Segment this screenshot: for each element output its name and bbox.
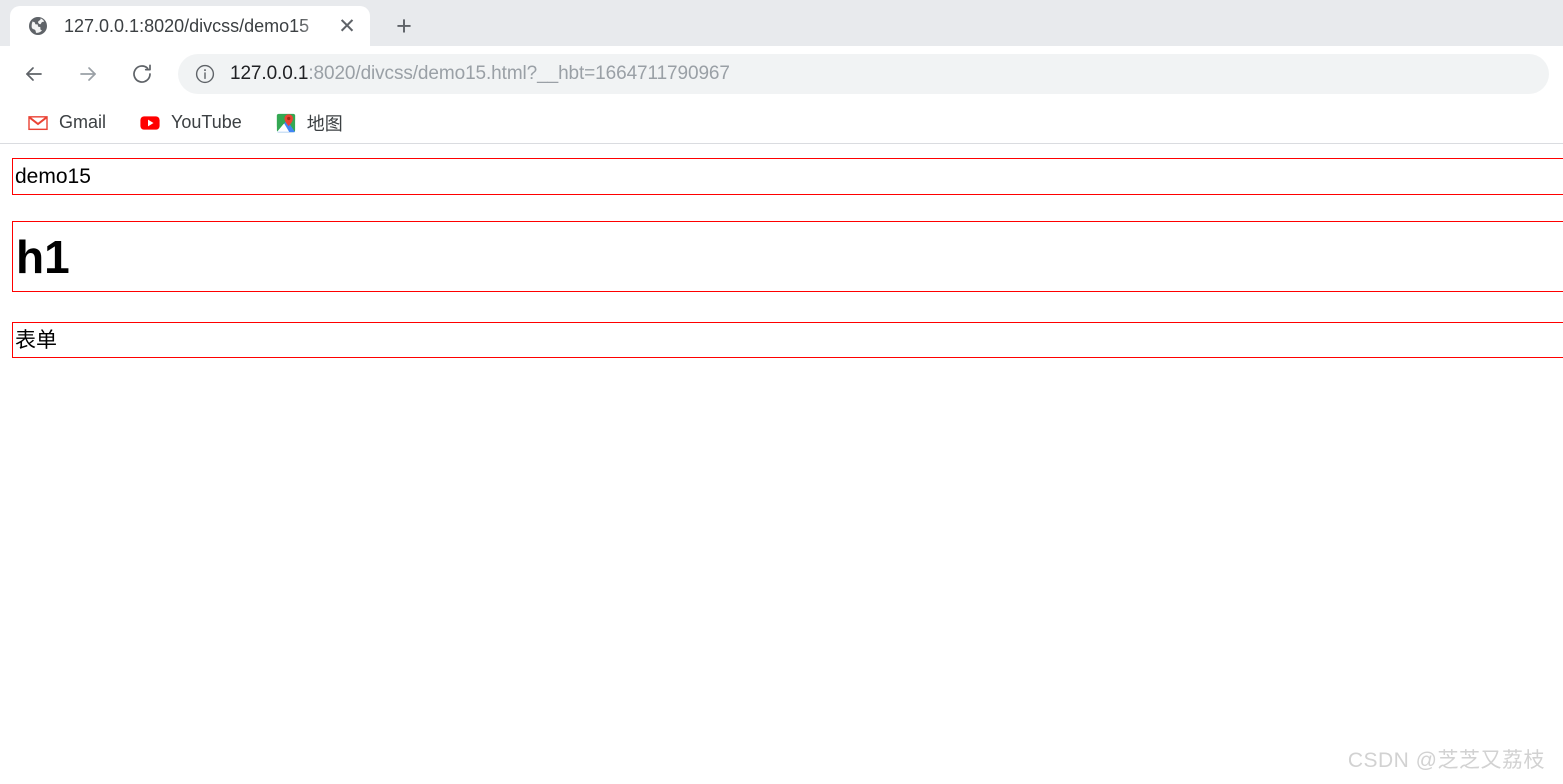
back-arrow-icon[interactable] xyxy=(14,54,54,94)
gmail-icon xyxy=(28,113,48,133)
bookmark-label: Gmail xyxy=(59,112,107,132)
heading1-text: h1 xyxy=(16,230,70,283)
address-bar[interactable]: 127.0.0.1:8020/divcss/demo15.html?__hbt=… xyxy=(178,54,1549,94)
browser-tab[interactable]: 127.0.0.1:8020/divcss/demo15 ✕ xyxy=(10,6,370,46)
paragraph-block: demo15 xyxy=(12,158,1563,195)
bookmark-gmail[interactable]: Gmail xyxy=(18,107,116,139)
bookmark-label: 地图 xyxy=(306,113,343,134)
bookmarks-bar: Gmail YouTube 地图 xyxy=(0,102,1563,144)
new-tab-button[interactable]: + xyxy=(382,6,426,46)
close-icon[interactable]: ✕ xyxy=(334,13,360,39)
paragraph-text: demo15 xyxy=(15,165,91,188)
info-circle-icon[interactable] xyxy=(194,63,216,85)
youtube-icon xyxy=(140,113,160,133)
form-text: 表单 xyxy=(15,328,57,352)
tab-strip: 127.0.0.1:8020/divcss/demo15 ✕ + xyxy=(0,0,1563,46)
globe-icon xyxy=(28,16,48,36)
heading1-block: h1 xyxy=(12,221,1563,292)
page-content: demo15 h1 表单 xyxy=(12,158,1563,358)
page-viewport: demo15 h1 表单 CSDN @芝芝又荔枝 xyxy=(0,144,1563,784)
browser-window: 127.0.0.1:8020/divcss/demo15 ✕ + 127.0.0… xyxy=(0,0,1563,784)
forward-arrow-icon[interactable] xyxy=(68,54,108,94)
form-block: 表单 xyxy=(12,322,1563,358)
address-bar-path: :8020/divcss/demo15.html?__hbt=166471179… xyxy=(308,63,730,84)
browser-toolbar: 127.0.0.1:8020/divcss/demo15.html?__hbt=… xyxy=(0,46,1563,102)
bookmark-maps[interactable]: 地图 xyxy=(266,107,353,139)
google-maps-icon xyxy=(276,113,296,133)
bookmark-youtube[interactable]: YouTube xyxy=(130,107,252,139)
address-bar-host: 127.0.0.1 xyxy=(230,63,309,84)
tab-title: 127.0.0.1:8020/divcss/demo15 xyxy=(64,15,310,36)
reload-icon[interactable] xyxy=(122,54,162,94)
bookmark-label: YouTube xyxy=(171,112,242,132)
address-bar-url: 127.0.0.1:8020/divcss/demo15.html?__hbt=… xyxy=(230,63,730,85)
csdn-watermark: CSDN @芝芝又荔枝 xyxy=(1347,749,1545,772)
